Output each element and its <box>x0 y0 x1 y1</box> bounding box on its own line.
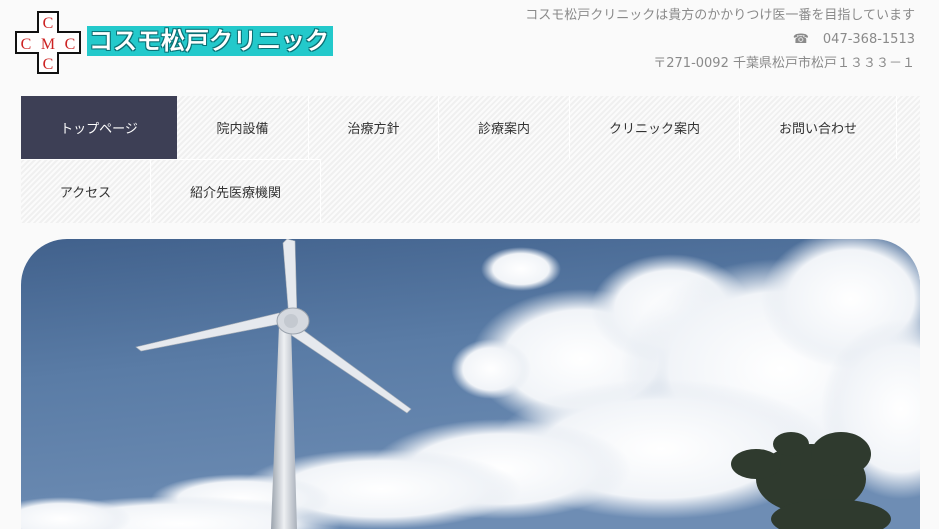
phone-text: 047-368-1513 <box>822 32 915 47</box>
site-name: コスモ松戸クリニック <box>87 25 333 56</box>
site-logo[interactable]: C C M C C コスモ松戸クリニック <box>15 11 333 74</box>
telephone-icon: ☎ <box>792 32 809 47</box>
phone-number: ☎ 047-368-1513 <box>793 32 915 47</box>
nav-item-facilities[interactable]: 院内設備 <box>177 96 309 159</box>
logo-letter-bottom: C <box>43 56 54 73</box>
main-navigation: トップページ 院内設備 治療方針 診療案内 クリニック案内 お問い合わせ アクセ… <box>21 96 920 223</box>
site-tagline: コスモ松戸クリニックは貴方のかかりつけ医一番を目指しています <box>525 8 915 23</box>
clinic-cross-logo-icon: C C M C C <box>15 11 81 74</box>
nav-item-clinic-info[interactable]: クリニック案内 <box>570 96 740 159</box>
logo-letter-right: C <box>65 36 76 53</box>
wind-turbine-sky-photo <box>21 239 920 529</box>
logo-letter-left: C <box>21 36 32 53</box>
logo-letter-center: M <box>41 36 55 53</box>
nav-item-access[interactable]: アクセス <box>21 159 151 222</box>
nav-item-treatment-policy[interactable]: 治療方針 <box>309 96 439 159</box>
hero-image <box>21 239 920 529</box>
nav-item-contact[interactable]: お問い合わせ <box>740 96 897 159</box>
clinic-address: 〒271-0092 千葉県松戸市松戸１３３３－１ <box>653 56 915 71</box>
nav-item-medical-info[interactable]: 診療案内 <box>439 96 570 159</box>
nav-item-top-page[interactable]: トップページ <box>21 96 177 159</box>
logo-letter-top: C <box>43 15 54 32</box>
nav-item-referral-institutions[interactable]: 紹介先医療機関 <box>151 159 321 222</box>
